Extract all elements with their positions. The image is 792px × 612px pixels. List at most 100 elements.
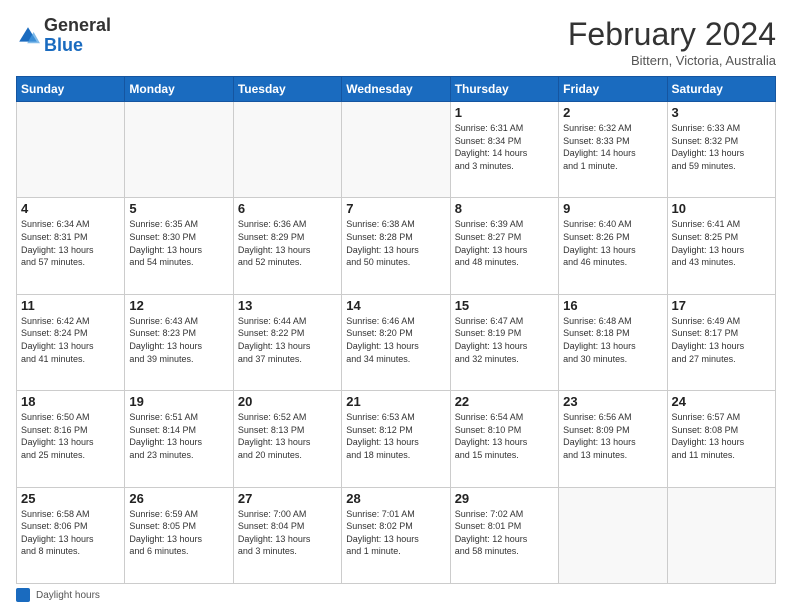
- calendar-week-5: 25 Sunrise: 6:58 AM Sunset: 8:06 PM Dayli…: [17, 487, 776, 583]
- calendar-week-1: 1 Sunrise: 6:31 AM Sunset: 8:34 PM Daylig…: [17, 102, 776, 198]
- calendar-header-tuesday: Tuesday: [233, 77, 341, 102]
- day-number: 4: [21, 201, 120, 216]
- day-number: 18: [21, 394, 120, 409]
- calendar-cell: 16 Sunrise: 6:48 AM Sunset: 8:18 PM Dayli…: [559, 294, 667, 390]
- calendar-table: SundayMondayTuesdayWednesdayThursdayFrid…: [16, 76, 776, 584]
- calendar-cell: [667, 487, 775, 583]
- calendar-cell: 22Sunrise: 6:54 AM Sunset: 8:10 PM Dayli…: [450, 391, 558, 487]
- day-info: Sunrise: 6:43 AM Sunset: 8:23 PM Dayligh…: [129, 315, 228, 365]
- day-info: Sunrise: 7:01 AM Sunset: 8:02 PM Dayligh…: [346, 508, 445, 558]
- calendar-cell: 19 Sunrise: 6:51 AM Sunset: 8:14 PM Dayli…: [125, 391, 233, 487]
- logo-general-text: General: [44, 15, 111, 35]
- calendar-cell: 11 Sunrise: 6:42 AM Sunset: 8:24 PM Dayli…: [17, 294, 125, 390]
- calendar-cell: 26 Sunrise: 6:59 AM Sunset: 8:05 PM Dayli…: [125, 487, 233, 583]
- calendar-cell: 23Sunrise: 6:56 AM Sunset: 8:09 PM Dayli…: [559, 391, 667, 487]
- calendar-cell: 14Sunrise: 6:46 AM Sunset: 8:20 PM Dayli…: [342, 294, 450, 390]
- calendar-header-saturday: Saturday: [667, 77, 775, 102]
- calendar-cell: 1 Sunrise: 6:31 AM Sunset: 8:34 PM Daylig…: [450, 102, 558, 198]
- day-info: Sunrise: 6:34 AM Sunset: 8:31 PM Dayligh…: [21, 218, 120, 268]
- day-number: 8: [455, 201, 554, 216]
- day-info: Sunrise: 6:40 AM Sunset: 8:26 PM Dayligh…: [563, 218, 662, 268]
- calendar-cell: [125, 102, 233, 198]
- calendar-cell: 6 Sunrise: 6:36 AM Sunset: 8:29 PM Daylig…: [233, 198, 341, 294]
- calendar-cell: 17 Sunrise: 6:49 AM Sunset: 8:17 PM Dayli…: [667, 294, 775, 390]
- day-number: 2: [563, 105, 662, 120]
- calendar-week-4: 18 Sunrise: 6:50 AM Sunset: 8:16 PM Dayli…: [17, 391, 776, 487]
- day-number: 5: [129, 201, 228, 216]
- day-info: Sunrise: 6:56 AM Sunset: 8:09 PM Dayligh…: [563, 411, 662, 461]
- day-info: Sunrise: 6:44 AM Sunset: 8:22 PM Dayligh…: [238, 315, 337, 365]
- day-info: Sunrise: 6:50 AM Sunset: 8:16 PM Dayligh…: [21, 411, 120, 461]
- calendar-week-3: 11 Sunrise: 6:42 AM Sunset: 8:24 PM Dayli…: [17, 294, 776, 390]
- day-info: Sunrise: 6:59 AM Sunset: 8:05 PM Dayligh…: [129, 508, 228, 558]
- calendar-header-wednesday: Wednesday: [342, 77, 450, 102]
- calendar-cell: [559, 487, 667, 583]
- calendar-cell: 7 Sunrise: 6:38 AM Sunset: 8:28 PM Daylig…: [342, 198, 450, 294]
- day-number: 21: [346, 394, 445, 409]
- day-number: 16: [563, 298, 662, 313]
- day-number: 9: [563, 201, 662, 216]
- logo-icon: [16, 24, 40, 48]
- day-info: Sunrise: 6:49 AM Sunset: 8:17 PM Dayligh…: [672, 315, 771, 365]
- calendar-cell: 18 Sunrise: 6:50 AM Sunset: 8:16 PM Dayli…: [17, 391, 125, 487]
- page: General Blue February 2024 Bittern, Vict…: [0, 0, 792, 612]
- day-info: Sunrise: 6:46 AM Sunset: 8:20 PM Dayligh…: [346, 315, 445, 365]
- calendar-cell: [342, 102, 450, 198]
- day-number: 10: [672, 201, 771, 216]
- day-number: 26: [129, 491, 228, 506]
- day-number: 22: [455, 394, 554, 409]
- day-number: 6: [238, 201, 337, 216]
- day-number: 29: [455, 491, 554, 506]
- calendar-header-thursday: Thursday: [450, 77, 558, 102]
- calendar-cell: 8 Sunrise: 6:39 AM Sunset: 8:27 PM Daylig…: [450, 198, 558, 294]
- calendar-cell: [233, 102, 341, 198]
- day-number: 1: [455, 105, 554, 120]
- day-info: Sunrise: 6:42 AM Sunset: 8:24 PM Dayligh…: [21, 315, 120, 365]
- calendar-cell: 3Sunrise: 6:33 AM Sunset: 8:32 PM Daylig…: [667, 102, 775, 198]
- logo: General Blue: [16, 16, 111, 56]
- day-number: 25: [21, 491, 120, 506]
- day-number: 13: [238, 298, 337, 313]
- day-number: 24: [672, 394, 771, 409]
- day-info: Sunrise: 6:38 AM Sunset: 8:28 PM Dayligh…: [346, 218, 445, 268]
- location: Bittern, Victoria, Australia: [568, 53, 776, 68]
- calendar-cell: 9 Sunrise: 6:40 AM Sunset: 8:26 PM Daylig…: [559, 198, 667, 294]
- calendar-week-2: 4 Sunrise: 6:34 AM Sunset: 8:31 PM Daylig…: [17, 198, 776, 294]
- calendar-cell: 29 Sunrise: 7:02 AM Sunset: 8:01 PM Dayli…: [450, 487, 558, 583]
- day-info: Sunrise: 6:41 AM Sunset: 8:25 PM Dayligh…: [672, 218, 771, 268]
- calendar-cell: 28 Sunrise: 7:01 AM Sunset: 8:02 PM Dayli…: [342, 487, 450, 583]
- calendar-cell: [17, 102, 125, 198]
- month-title: February 2024: [568, 16, 776, 53]
- legend-color-box: [16, 588, 30, 602]
- day-info: Sunrise: 6:51 AM Sunset: 8:14 PM Dayligh…: [129, 411, 228, 461]
- day-info: Sunrise: 6:35 AM Sunset: 8:30 PM Dayligh…: [129, 218, 228, 268]
- calendar-cell: 2 Sunrise: 6:32 AM Sunset: 8:33 PM Daylig…: [559, 102, 667, 198]
- day-info: Sunrise: 6:52 AM Sunset: 8:13 PM Dayligh…: [238, 411, 337, 461]
- logo-blue-text: Blue: [44, 35, 83, 55]
- calendar-header-row: SundayMondayTuesdayWednesdayThursdayFrid…: [17, 77, 776, 102]
- day-number: 28: [346, 491, 445, 506]
- day-number: 27: [238, 491, 337, 506]
- day-number: 17: [672, 298, 771, 313]
- day-info: Sunrise: 6:31 AM Sunset: 8:34 PM Dayligh…: [455, 122, 554, 172]
- calendar-cell: 21 Sunrise: 6:53 AM Sunset: 8:12 PM Dayli…: [342, 391, 450, 487]
- day-info: Sunrise: 6:32 AM Sunset: 8:33 PM Dayligh…: [563, 122, 662, 172]
- day-number: 7: [346, 201, 445, 216]
- day-info: Sunrise: 6:47 AM Sunset: 8:19 PM Dayligh…: [455, 315, 554, 365]
- header: General Blue February 2024 Bittern, Vict…: [16, 16, 776, 68]
- day-info: Sunrise: 6:48 AM Sunset: 8:18 PM Dayligh…: [563, 315, 662, 365]
- day-info: Sunrise: 6:53 AM Sunset: 8:12 PM Dayligh…: [346, 411, 445, 461]
- day-info: Sunrise: 7:02 AM Sunset: 8:01 PM Dayligh…: [455, 508, 554, 558]
- day-info: Sunrise: 6:58 AM Sunset: 8:06 PM Dayligh…: [21, 508, 120, 558]
- calendar-header-sunday: Sunday: [17, 77, 125, 102]
- day-number: 11: [21, 298, 120, 313]
- day-number: 19: [129, 394, 228, 409]
- calendar-cell: 24 Sunrise: 6:57 AM Sunset: 8:08 PM Dayli…: [667, 391, 775, 487]
- title-block: February 2024 Bittern, Victoria, Austral…: [568, 16, 776, 68]
- day-info: Sunrise: 6:57 AM Sunset: 8:08 PM Dayligh…: [672, 411, 771, 461]
- calendar-cell: 4 Sunrise: 6:34 AM Sunset: 8:31 PM Daylig…: [17, 198, 125, 294]
- calendar-cell: 5 Sunrise: 6:35 AM Sunset: 8:30 PM Daylig…: [125, 198, 233, 294]
- calendar-cell: 13 Sunrise: 6:44 AM Sunset: 8:22 PM Dayli…: [233, 294, 341, 390]
- day-info: Sunrise: 6:36 AM Sunset: 8:29 PM Dayligh…: [238, 218, 337, 268]
- day-info: Sunrise: 6:39 AM Sunset: 8:27 PM Dayligh…: [455, 218, 554, 268]
